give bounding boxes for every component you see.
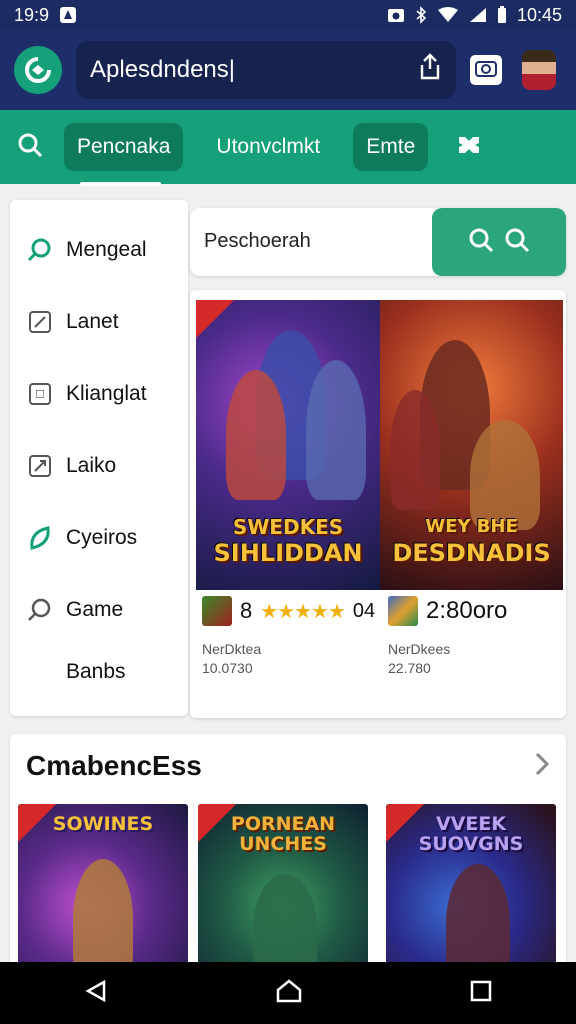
tab-bar: Pencnaka Utonvclmkt Emte: [0, 110, 576, 186]
game-poster-2[interactable]: WEY BHE DESDNADIS: [380, 300, 563, 590]
game-card[interactable]: VVEEK SUOVGNS: [386, 804, 556, 974]
bluetooth-icon: [415, 6, 427, 24]
main-panel: Peschoerah SWEDKES SIHLIDDAN WEY BHE DES…: [190, 200, 566, 718]
hero-figure: [390, 390, 440, 510]
wifi-icon: [437, 7, 459, 23]
status-right: 10:45: [387, 5, 562, 26]
poster-title-line: SIHLIDDAN: [213, 539, 363, 567]
sidebar-item-banbs[interactable]: Banbs: [10, 646, 188, 698]
tab-label: Emte: [366, 135, 416, 158]
game-card-title: VVEEK SUOVGNS: [418, 813, 524, 855]
sidebar-item-klianglat[interactable]: Klianglat: [10, 358, 188, 430]
chevron-right-icon[interactable]: [534, 752, 550, 783]
tab-pencnaka[interactable]: Pencnaka: [64, 123, 184, 186]
camera-button[interactable]: [470, 55, 502, 85]
status-left: 19:9: [14, 5, 77, 26]
game-thumb: [388, 596, 418, 626]
hero-figure: [306, 360, 366, 500]
share-icon[interactable]: [418, 52, 442, 88]
signal-icon: [469, 7, 487, 23]
app-header: Aplesdndens|: [0, 30, 576, 110]
search-bar: Peschoerah: [190, 208, 566, 276]
rating-value: 8: [240, 598, 253, 623]
sidebar-item-game[interactable]: Game: [10, 574, 188, 646]
search-input[interactable]: Peschoerah: [204, 230, 311, 253]
sidebar-item-label: Mengeal: [66, 238, 147, 261]
tab-label: Pencnaka: [77, 135, 171, 158]
sidebar: Mengeal Lanet Klianglat Laiko Cyeiros Ga…: [10, 200, 188, 716]
game-rating-1: 8 ★★★★★ 04: [202, 596, 375, 626]
game-card[interactable]: SOWINES: [18, 804, 188, 974]
search-icon: [504, 227, 530, 258]
games-section: CmabencEss SOWINES PORNEAN UNCHES VVEEK …: [10, 734, 566, 984]
system-nav-bar: [0, 962, 576, 1024]
game-card[interactable]: PORNEAN UNCHES: [198, 804, 368, 974]
sidebar-item-laiko[interactable]: Laiko: [10, 430, 188, 502]
status-time: 19:9: [14, 4, 50, 25]
game-rating-2: 2:80oro: [388, 596, 507, 626]
sidebar-item-label: Lanet: [66, 310, 119, 333]
sidebar-item-label: Cyeiros: [66, 526, 138, 549]
section-title: CmabencEss: [26, 750, 202, 781]
sidebar-item-label: Banbs: [66, 660, 126, 683]
developer-name: NerDktea: [202, 641, 262, 657]
poster-title: SWEDKES SIHLIDDAN: [196, 514, 380, 566]
gamepad-icon[interactable]: [456, 133, 482, 162]
tab-label: Utonvclmkt: [216, 135, 321, 158]
search-icon: [468, 227, 494, 258]
url-field[interactable]: Aplesdndens|: [76, 41, 456, 99]
notification-icon: [59, 6, 77, 24]
battery-icon: [497, 6, 507, 24]
hero-figure: [253, 874, 317, 974]
back-icon[interactable]: [84, 979, 108, 1008]
home-icon[interactable]: [275, 978, 303, 1009]
search-icon[interactable]: [16, 131, 44, 164]
featured-games: SWEDKES SIHLIDDAN WEY BHE DESDNADIS 8 ★★…: [190, 290, 566, 718]
avatar[interactable]: [522, 50, 556, 90]
search-icon: [26, 237, 54, 263]
download-count: 10.0730: [202, 660, 253, 676]
leaf-icon: [26, 526, 54, 550]
poster-title: WEY BHE DESDNADIS: [380, 514, 563, 566]
game-card-title: SOWINES: [52, 813, 154, 835]
rating-count: 04: [352, 599, 376, 622]
sidebar-item-cyeiros[interactable]: Cyeiros: [10, 502, 188, 574]
star-rating: ★★★★★: [260, 600, 346, 623]
sidebar-item-lanet[interactable]: Lanet: [10, 286, 188, 358]
tab-emte[interactable]: Emte: [353, 123, 429, 171]
poster-title-line: WEY BHE: [425, 516, 518, 537]
edit-icon: [26, 455, 54, 477]
poster-title-line: SWEDKES: [232, 515, 344, 539]
edit-icon: [26, 311, 54, 333]
hero-figure: [226, 370, 286, 500]
search-button[interactable]: [432, 208, 566, 276]
game-card-title: PORNEAN UNCHES: [230, 813, 336, 855]
sidebar-item-mengeal[interactable]: Mengeal: [10, 214, 188, 286]
status-right-time: 10:45: [516, 4, 562, 25]
search-icon: [26, 597, 54, 623]
status-bar: 19:9 10:45: [0, 0, 576, 30]
square-icon: [26, 383, 54, 405]
sidebar-item-label: Game: [66, 598, 124, 621]
game-info-1: NerDktea 10.0730: [202, 640, 261, 678]
hero-figure: [446, 864, 510, 974]
developer-name: NerDkees: [388, 641, 451, 657]
download-count: 22.780: [388, 660, 431, 676]
game-thumb: [202, 596, 232, 626]
game-info-2: NerDkees 22.780: [388, 640, 450, 678]
rating-value: 2:80oro: [426, 597, 508, 624]
camera-icon: [387, 7, 405, 23]
sidebar-item-label: Laiko: [66, 454, 117, 477]
recents-icon[interactable]: [470, 980, 492, 1007]
tab-utonvclmkt[interactable]: Utonvclmkt: [203, 123, 333, 171]
hero-figure: [73, 859, 133, 974]
sidebar-item-label: Klianglat: [66, 382, 147, 405]
logo-icon[interactable]: [14, 46, 62, 94]
camera-icon: [475, 59, 497, 82]
url-text: Aplesdndens|: [90, 56, 236, 83]
new-ribbon: [196, 300, 234, 338]
poster-title-line: DESDNADIS: [392, 539, 551, 567]
game-poster-1[interactable]: SWEDKES SIHLIDDAN: [196, 300, 380, 590]
